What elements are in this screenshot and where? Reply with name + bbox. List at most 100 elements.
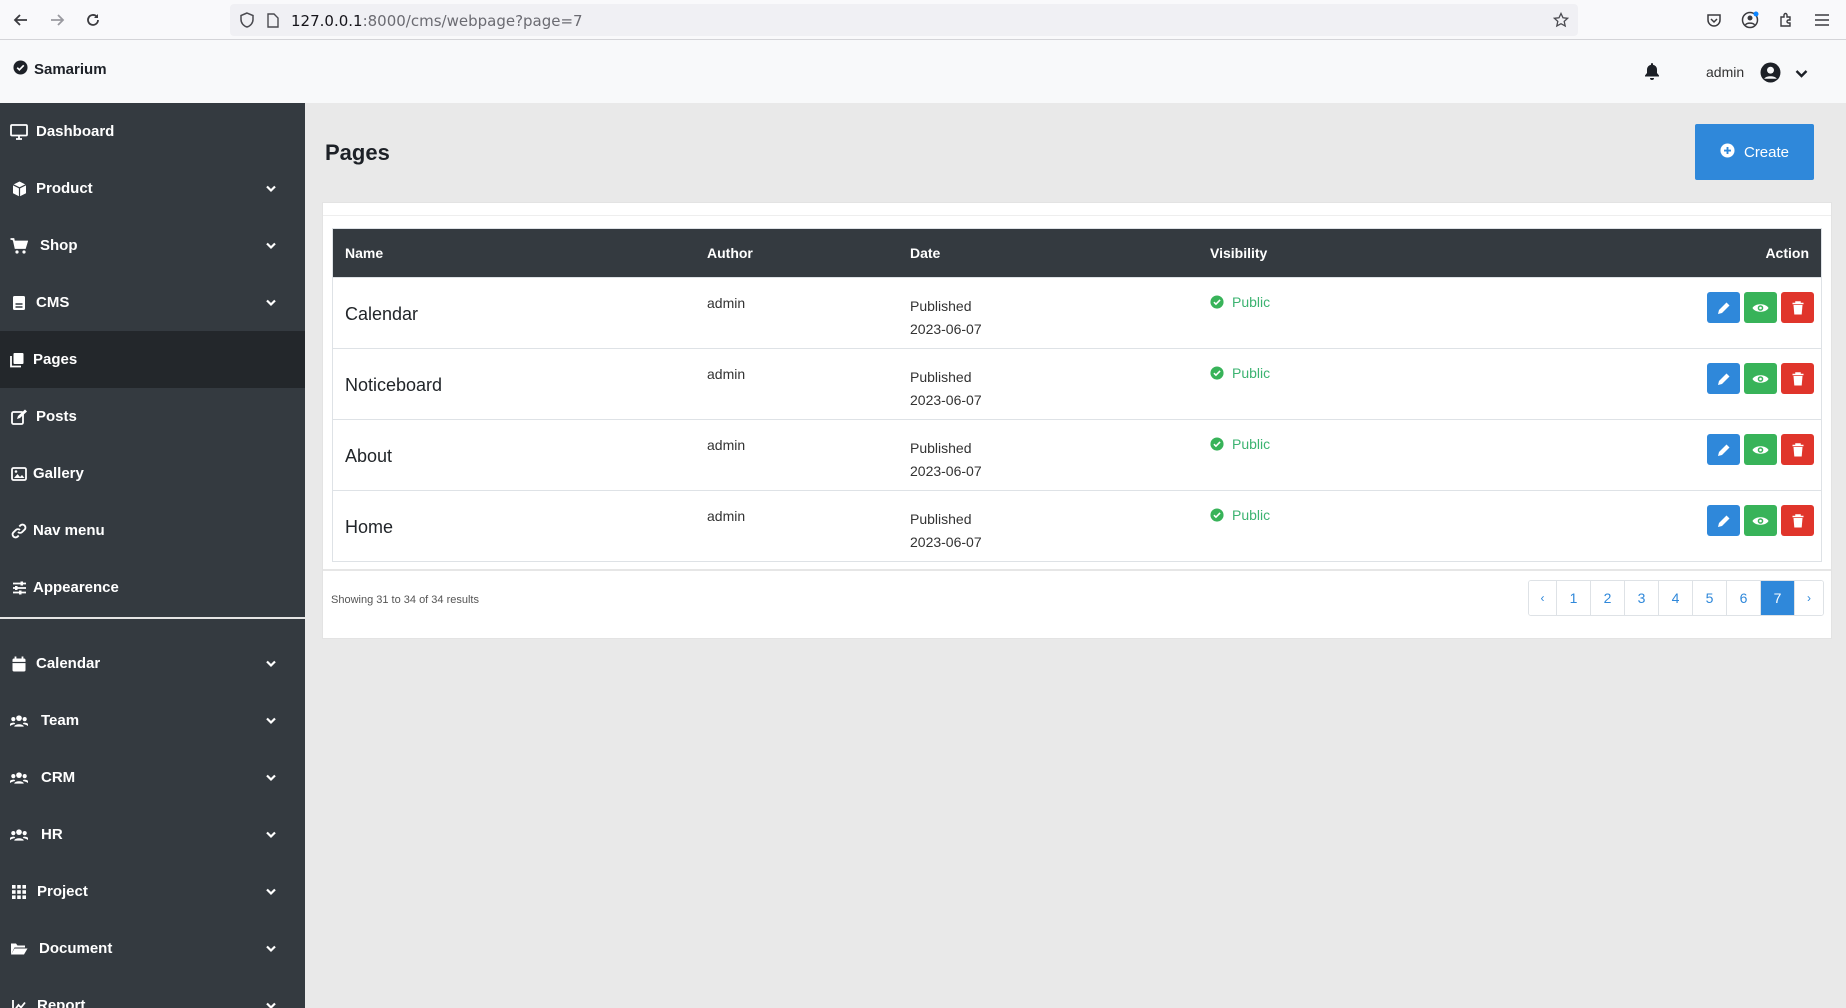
reload-icon[interactable]	[82, 9, 104, 31]
chevron-down-icon[interactable]	[1795, 66, 1808, 84]
pagination-page-6[interactable]: 6	[1727, 581, 1761, 615]
page-title: Pages	[325, 140, 390, 165]
pagination-page-4[interactable]: 4	[1659, 581, 1693, 615]
users-icon	[10, 826, 28, 844]
delete-button[interactable]	[1781, 505, 1814, 536]
sidebar-divider	[0, 617, 305, 619]
create-button[interactable]: Create	[1695, 124, 1814, 180]
header-date: Date	[910, 245, 941, 261]
sidebar-item-gallery[interactable]: Gallery	[0, 445, 305, 502]
sidebar-item-project[interactable]: Project	[0, 863, 305, 920]
table-row: About admin Published 2023-06-07 Public	[333, 419, 1821, 490]
table-row: Calendar admin Published 2023-06-07 Publ…	[333, 277, 1821, 348]
chevron-down-icon	[266, 1002, 276, 1008]
header-action: Action	[1765, 245, 1809, 261]
menu-icon[interactable]	[1811, 9, 1833, 31]
page-visibility: Public	[1210, 365, 1270, 381]
page-author: admin	[707, 508, 746, 524]
page-author: admin	[707, 295, 746, 311]
pagination-page-5[interactable]: 5	[1693, 581, 1727, 615]
edit-button[interactable]	[1707, 363, 1740, 394]
sidebar-item-pages[interactable]: Pages	[0, 331, 305, 388]
view-button[interactable]	[1744, 434, 1777, 465]
edit-button[interactable]	[1707, 505, 1740, 536]
page-name-link[interactable]: Calendar	[345, 304, 418, 325]
page-name-link[interactable]: Noticeboard	[345, 375, 442, 396]
delete-button[interactable]	[1781, 363, 1814, 394]
sidebar-item-document[interactable]: Document	[0, 920, 305, 977]
table-header: Name Author Date Visibility Action	[333, 229, 1821, 277]
panel-divider	[323, 215, 1831, 216]
forward-icon[interactable]	[46, 9, 68, 31]
link-icon	[10, 522, 28, 540]
edit-button[interactable]	[1707, 434, 1740, 465]
pagination-prev[interactable]: ‹	[1529, 581, 1557, 615]
check-circle-icon	[1210, 366, 1224, 380]
folder-icon	[10, 940, 28, 958]
page-date-value: 2023-06-07	[910, 321, 982, 337]
pocket-icon[interactable]	[1703, 9, 1725, 31]
account-icon[interactable]	[1739, 9, 1761, 31]
pagination-page-3[interactable]: 3	[1625, 581, 1659, 615]
visibility-label: Public	[1232, 365, 1271, 381]
eye-icon	[1752, 374, 1769, 383]
sidebar-item-nav-menu[interactable]: Nav menu	[0, 502, 305, 559]
header-name: Name	[345, 245, 384, 261]
page-date: Published 2023-06-07	[910, 437, 982, 483]
pagination-next[interactable]: ›	[1795, 581, 1823, 615]
page-date: Published 2023-06-07	[910, 366, 982, 412]
sidebar: Dashboard Product Shop CMS Pages Posts G…	[0, 103, 305, 1008]
edit-button[interactable]	[1707, 292, 1740, 323]
back-icon[interactable]	[10, 9, 32, 31]
check-circle-icon	[13, 60, 28, 79]
pagination-page-7[interactable]: 7	[1761, 581, 1795, 615]
delete-button[interactable]	[1781, 434, 1814, 465]
table-row: Noticeboard admin Published 2023-06-07 P…	[333, 348, 1821, 419]
chevron-down-icon	[266, 774, 276, 781]
box-icon	[10, 180, 28, 198]
url-bar[interactable]: 127.0.0.1:8000/cms/webpage?page=7	[230, 4, 1578, 36]
sidebar-item-shop[interactable]: Shop	[0, 217, 305, 274]
pagination-page-1[interactable]: 1	[1557, 581, 1591, 615]
pagination-page-2[interactable]: 2	[1591, 581, 1625, 615]
page-name-link[interactable]: Home	[345, 517, 393, 538]
sidebar-item-appearence[interactable]: Appearence	[0, 559, 305, 616]
check-circle-icon	[1210, 437, 1224, 451]
sidebar-item-posts[interactable]: Posts	[0, 388, 305, 445]
page-status: Published	[910, 511, 972, 527]
bookmark-star-icon[interactable]	[1552, 11, 1570, 29]
view-button[interactable]	[1744, 505, 1777, 536]
chevron-down-icon	[266, 888, 276, 895]
sidebar-item-dashboard[interactable]: Dashboard	[0, 103, 305, 160]
page-date-value: 2023-06-07	[910, 463, 982, 479]
sidebar-item-team[interactable]: Team	[0, 692, 305, 749]
sidebar-item-product[interactable]: Product	[0, 160, 305, 217]
delete-button[interactable]	[1781, 292, 1814, 323]
header-author: Author	[707, 245, 753, 261]
sidebar-item-calendar[interactable]: Calendar	[0, 635, 305, 692]
view-button[interactable]	[1744, 363, 1777, 394]
view-button[interactable]	[1744, 292, 1777, 323]
plus-circle-icon	[1720, 142, 1735, 162]
page-name-link[interactable]: About	[345, 446, 392, 467]
chevron-down-icon	[266, 185, 276, 192]
user-avatar-icon[interactable]	[1760, 62, 1781, 88]
sidebar-item-cms[interactable]: CMS	[0, 274, 305, 331]
sidebar-item-crm[interactable]: CRM	[0, 749, 305, 806]
app-header: Samarium admin	[0, 40, 1846, 103]
page-visibility: Public	[1210, 294, 1270, 310]
chevron-down-icon	[266, 242, 276, 249]
sliders-icon	[10, 579, 28, 597]
chevron-down-icon	[266, 299, 276, 306]
cms-icon	[10, 294, 28, 312]
sidebar-item-hr[interactable]: HR	[0, 806, 305, 863]
brand[interactable]: Samarium	[13, 60, 107, 79]
extensions-icon[interactable]	[1775, 9, 1797, 31]
image-icon	[10, 465, 28, 483]
sidebar-item-report[interactable]: Report	[0, 977, 305, 1008]
user-name[interactable]: admin	[1706, 64, 1744, 80]
create-label: Create	[1743, 143, 1790, 161]
bell-icon[interactable]	[1644, 62, 1660, 85]
page-date-value: 2023-06-07	[910, 534, 982, 550]
pagination: ‹ 1 2 3 4 5 6 7 ›	[1528, 580, 1824, 616]
